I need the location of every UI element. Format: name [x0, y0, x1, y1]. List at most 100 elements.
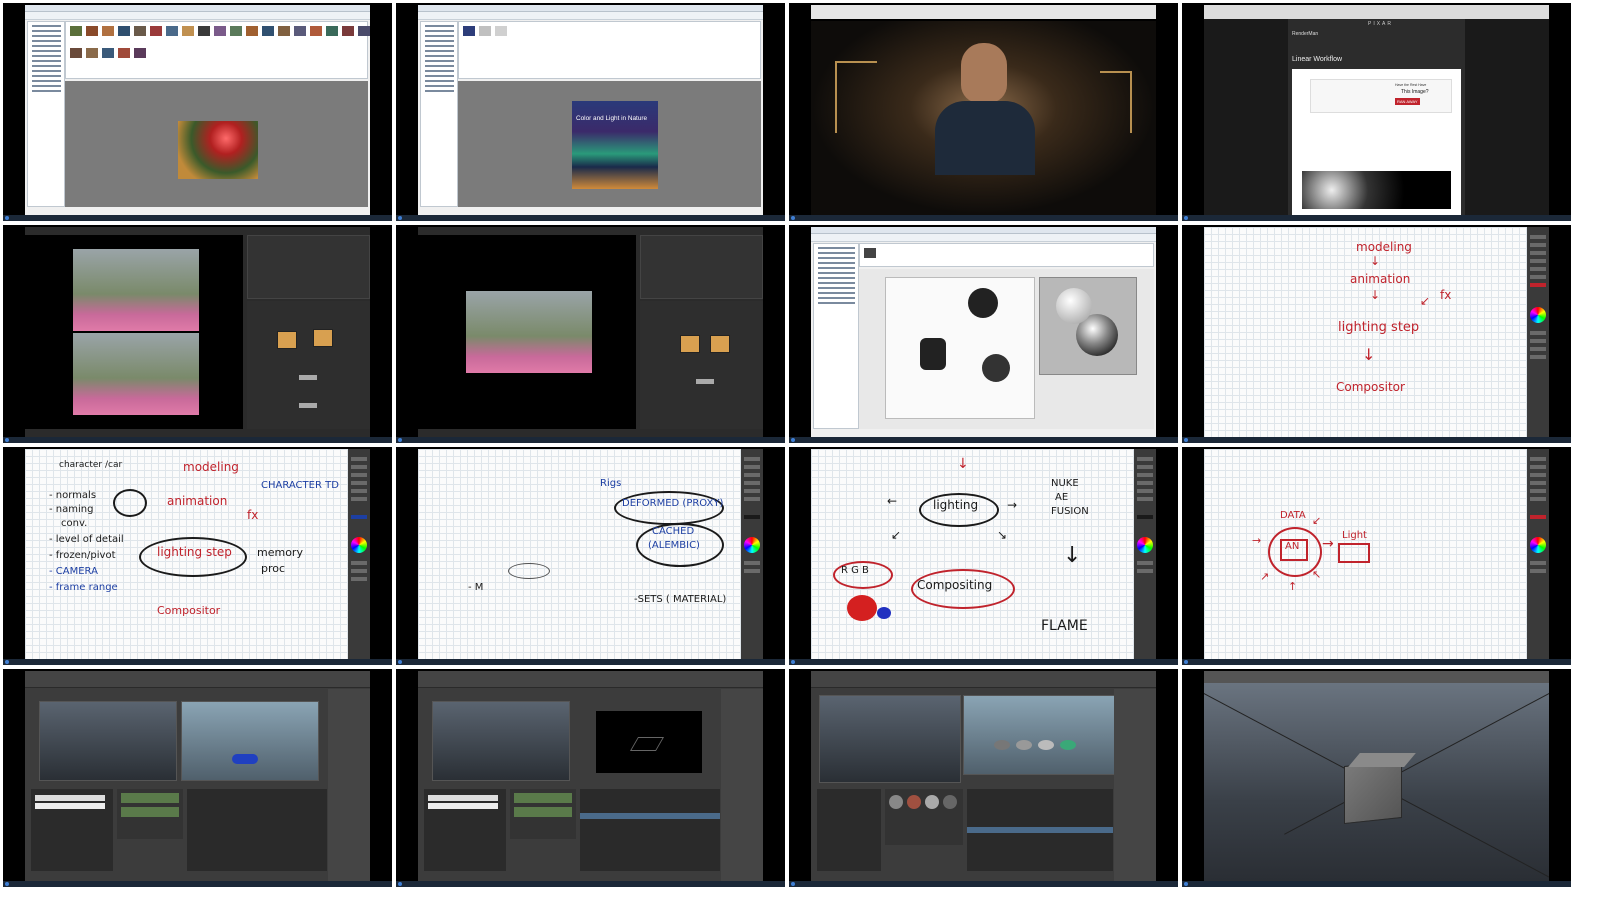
tool-palette[interactable] — [1527, 227, 1549, 437]
start-button[interactable] — [398, 216, 402, 220]
window-content — [25, 227, 370, 437]
properties-panel[interactable] — [247, 235, 370, 299]
folder-tree[interactable] — [27, 21, 65, 207]
tile-whiteboard-5[interactable]: DATA AN → Light → ↗ ↑ ↖ ↙ — [1182, 447, 1571, 665]
properties-panel[interactable] — [640, 235, 763, 299]
perspective-viewport[interactable] — [1204, 683, 1549, 881]
render-view[interactable] — [596, 711, 702, 773]
image-preview-pane: Color and Light in Nature — [458, 81, 761, 207]
tile-3d-app-2[interactable] — [396, 669, 785, 887]
word-compositor: Compositor — [157, 604, 221, 617]
read-node-1[interactable] — [277, 331, 297, 349]
ray-2: ↗ — [1260, 570, 1270, 583]
merge-node[interactable] — [299, 375, 317, 380]
attribute-panel[interactable] — [1114, 689, 1156, 881]
viewer-panel[interactable] — [418, 235, 636, 429]
start-button[interactable] — [5, 660, 9, 664]
tile-image-browser-3[interactable] — [789, 225, 1178, 443]
window-content — [25, 671, 370, 881]
start-button[interactable] — [1184, 216, 1188, 220]
folder-tree[interactable] — [420, 21, 458, 207]
start-button[interactable] — [791, 438, 795, 442]
tile-compositor-1[interactable] — [3, 225, 392, 443]
viewport-shader-balls[interactable] — [963, 695, 1115, 775]
viewport-side[interactable] — [819, 695, 961, 783]
tile-whiteboard-3[interactable]: Rigs DEFORMED (PROXY) CACHED (ALEMBIC) -… — [396, 447, 785, 665]
viewer-node[interactable] — [299, 403, 317, 408]
app-toolbar[interactable] — [25, 671, 370, 688]
shader-swatches[interactable] — [117, 789, 183, 839]
outliner[interactable] — [817, 789, 881, 871]
folder-tree[interactable] — [813, 243, 859, 429]
start-button[interactable] — [1184, 438, 1188, 442]
read-node-2[interactable] — [710, 335, 730, 353]
node-editor[interactable] — [967, 789, 1113, 871]
start-button[interactable] — [1184, 882, 1188, 886]
thumbnail-strip[interactable] — [859, 243, 1154, 267]
app-toolbar[interactable] — [811, 671, 1156, 688]
tile-whiteboard-1[interactable]: modeling ↓ animation fx ↙ ↓ lighting ste… — [1182, 225, 1571, 443]
tile-3d-app-3[interactable] — [789, 669, 1178, 887]
viewport-render[interactable] — [181, 701, 319, 781]
tool-palette[interactable] — [1527, 449, 1549, 659]
start-button[interactable] — [791, 882, 795, 886]
toolbar[interactable] — [25, 12, 370, 20]
tile-whiteboard-2[interactable]: character /car modeling animation CHARAC… — [3, 447, 392, 665]
start-button[interactable] — [5, 438, 9, 442]
shader-swatches[interactable] — [510, 789, 576, 839]
drawing-canvas[interactable]: Rigs DEFORMED (PROXY) CACHED (ALEMBIC) -… — [418, 449, 741, 659]
menu-bar[interactable] — [811, 227, 1156, 234]
app-toolbar[interactable] — [1204, 671, 1549, 683]
outliner[interactable] — [31, 789, 113, 871]
start-button[interactable] — [5, 216, 9, 220]
toolbar[interactable] — [418, 12, 763, 20]
viewer-panel[interactable] — [25, 235, 243, 429]
material-swatches[interactable] — [885, 789, 963, 845]
node-editor[interactable] — [187, 789, 327, 871]
tool-palette[interactable] — [1134, 449, 1156, 659]
site-name[interactable]: RenderMan — [1292, 31, 1318, 37]
toolbar[interactable] — [811, 234, 1156, 242]
menu-bar[interactable] — [418, 5, 763, 12]
cube[interactable] — [1344, 759, 1402, 825]
drawing-canvas[interactable]: character /car modeling animation CHARAC… — [25, 449, 348, 659]
tool-palette[interactable] — [741, 449, 763, 659]
tile-movie-still[interactable] — [789, 3, 1178, 221]
tile-image-browser-2[interactable]: Color and Light in Nature — [396, 3, 785, 221]
placeholder-line1: Have the Rest Have — [1395, 83, 1427, 87]
start-button[interactable] — [398, 438, 402, 442]
node-graph[interactable] — [640, 301, 763, 429]
attribute-panel[interactable] — [721, 689, 763, 881]
tile-whiteboard-4[interactable]: ↓ lighting ← → ↙ ↘ NUKE AE FUSION ↓ R G … — [789, 447, 1178, 665]
start-button[interactable] — [1184, 660, 1188, 664]
outliner[interactable] — [424, 789, 506, 871]
start-button[interactable] — [5, 882, 9, 886]
viewport-perspective[interactable] — [39, 701, 177, 781]
app-toolbar[interactable] — [418, 671, 763, 688]
viewport-perspective[interactable] — [432, 701, 570, 781]
attribute-panel[interactable] — [328, 689, 370, 881]
read-node-2[interactable] — [313, 329, 333, 347]
start-button[interactable] — [791, 660, 795, 664]
tile-3d-viewport-cube[interactable] — [1182, 669, 1571, 887]
drawing-canvas[interactable]: ↓ lighting ← → ↙ ↘ NUKE AE FUSION ↓ R G … — [811, 449, 1134, 659]
merge-node[interactable] — [696, 379, 714, 384]
tile-compositor-2[interactable] — [396, 225, 785, 443]
tile-renderman-webpage[interactable]: PIXAR RenderMan Linear Workflow Have the… — [1182, 3, 1571, 221]
read-node-1[interactable] — [680, 335, 700, 353]
tool-palette[interactable] — [348, 449, 370, 659]
thumbnail-strip[interactable] — [65, 21, 370, 79]
node-editor[interactable] — [580, 789, 720, 871]
drawing-canvas[interactable]: DATA AN → Light → ↗ ↑ ↖ ↙ — [1204, 449, 1527, 659]
start-button[interactable] — [398, 660, 402, 664]
thumbnail-strip[interactable] — [458, 21, 761, 79]
drawing-canvas[interactable]: modeling ↓ animation fx ↙ ↓ lighting ste… — [1204, 227, 1527, 437]
browser-tabs[interactable] — [811, 5, 1156, 19]
start-button[interactable] — [398, 882, 402, 886]
menu-bar[interactable] — [25, 5, 370, 12]
tile-3d-app-1[interactable] — [3, 669, 392, 887]
tile-image-browser-1[interactable] — [3, 3, 392, 221]
node-graph[interactable] — [247, 301, 370, 429]
start-button[interactable] — [791, 216, 795, 220]
browser-tabs[interactable] — [1204, 5, 1549, 19]
